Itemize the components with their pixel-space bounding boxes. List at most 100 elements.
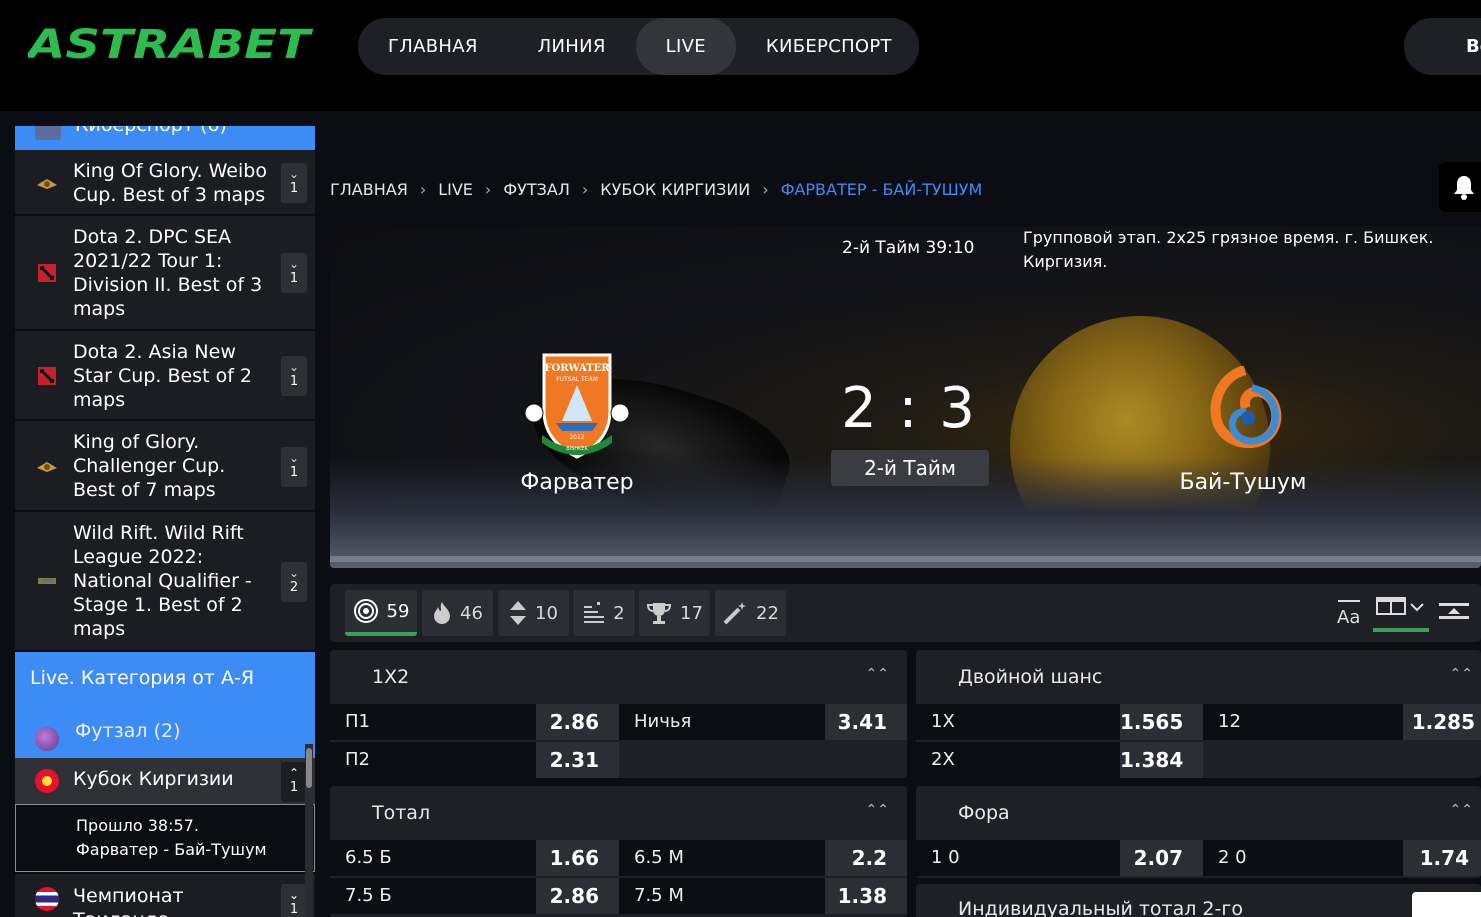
svg-text:2012: 2012 xyxy=(569,434,584,441)
sidebar-az-category: Live. Категория от А-Я Футзал (2) xyxy=(15,652,315,758)
layout-toggle[interactable] xyxy=(1373,596,1429,636)
sidebar-league-item[interactable]: King Of Glory. Weibo Cup. Best of 3 maps… xyxy=(15,150,315,216)
chevron-up-double-icon[interactable]: ⌃⌃ xyxy=(1450,666,1473,682)
outcome-label[interactable]: 1X xyxy=(916,704,1120,740)
outcome-label[interactable]: П2 xyxy=(330,742,536,778)
sidebar-league-item[interactable]: Dota 2. DPC SEA 2021/22 Tour 1: Division… xyxy=(15,216,315,331)
chevron-down-icon: ⌄ xyxy=(288,360,300,374)
chevron-up-double-icon[interactable]: ⌃⌃ xyxy=(866,666,889,682)
futsal-icon xyxy=(35,727,59,751)
expand-toggle[interactable]: ⌄ 1 xyxy=(281,447,307,487)
match-teams: Фарватер - Бай-Тушум xyxy=(76,840,267,859)
updown-icon xyxy=(510,601,527,625)
filter-tab-outright[interactable]: 17 xyxy=(639,590,710,636)
nav-esports[interactable]: КИБЕРСПОРТ xyxy=(736,18,922,75)
outcome-label[interactable]: 12 xyxy=(1203,704,1403,740)
odds-button[interactable]: 1.384 xyxy=(1120,742,1203,778)
outcome-label[interactable]: 2 0 xyxy=(1203,840,1403,876)
odds-button[interactable]: 1.285 xyxy=(1403,704,1481,740)
match-time: 2-й Тайм 39:10 xyxy=(842,238,975,258)
sidebar-league-item[interactable]: Dota 2. Asia New Star Cup. Best of 2 map… xyxy=(15,331,315,421)
sidebar-league-item[interactable]: Wild Rift. Wild Rift League 2022: Nation… xyxy=(15,512,315,652)
breadcrumb-live[interactable]: LIVE xyxy=(438,180,473,199)
odds-button[interactable]: 2.86 xyxy=(536,704,619,740)
home-team-logo: FORWATER FUTSAL TEAM 2012 BISHKEK xyxy=(524,353,630,459)
expand-toggle[interactable]: ⌄ 1 xyxy=(281,253,307,293)
chevron-up-double-icon[interactable]: ⌃⌃ xyxy=(1450,802,1473,818)
app-root: ASTRABET ГЛАВНАЯ ЛИНИЯ LIVE КИБЕРСПОРТ В… xyxy=(0,0,1481,917)
market-handicap: Фора ⌃⌃ 1 0 2.07 2 0 1.74 xyxy=(916,786,1481,878)
odds-button[interactable]: 1.38 xyxy=(825,878,907,914)
sidebar-league-kyrgyz-cup[interactable]: Кубок Киргизии ⌃ 1 xyxy=(15,758,315,804)
odds-button[interactable]: 2.31 xyxy=(536,742,619,778)
filter-tab-stats[interactable]: 2 xyxy=(573,590,635,636)
filter-tab-totals[interactable]: 10 xyxy=(498,590,569,636)
odds-button[interactable]: 2.07 xyxy=(1120,840,1203,876)
market-filter-bar: 59 46 10 2 17 22 Aa xyxy=(330,584,1481,642)
chevron-right-icon: › xyxy=(581,180,589,199)
outcome-label[interactable]: 6.5 М xyxy=(619,840,825,876)
collapse-toggle[interactable]: ⌃ 1 xyxy=(281,762,307,802)
nav-home[interactable]: ГЛАВНАЯ xyxy=(358,18,508,75)
odds-button[interactable]: 2.86 xyxy=(536,878,619,914)
nav-live[interactable]: LIVE xyxy=(635,18,736,75)
odds-button[interactable]: 2.2 xyxy=(825,840,907,876)
collapse-all-icon[interactable] xyxy=(1438,602,1470,626)
breadcrumb: ГЛАВНАЯ › LIVE › ФУТЗАЛ › КУБОК КИРГИЗИИ › Ф… xyxy=(330,180,982,199)
odds-button[interactable]: 1.565 xyxy=(1120,704,1203,740)
outcome-label[interactable]: 7.5 Б xyxy=(330,878,536,914)
outcome-label[interactable]: 1 0 xyxy=(916,840,1120,876)
expand-toggle[interactable]: ⌄ 1 xyxy=(281,163,307,203)
away-team-logo xyxy=(1210,366,1282,448)
market-header[interactable]: Двойной шанс ⌃⌃ xyxy=(916,650,1481,704)
sidebar-category-esports[interactable]: Киберспорт (6) xyxy=(15,126,315,150)
magic-icon xyxy=(723,602,747,625)
nav-line[interactable]: ЛИНИЯ xyxy=(508,18,636,75)
filter-tab-specials[interactable]: 22 xyxy=(715,590,786,636)
match-score: 2 : 3 xyxy=(841,376,977,441)
expand-toggle[interactable]: ⌄ 1 xyxy=(281,884,307,917)
wild-rift-icon xyxy=(38,578,56,584)
sidebar-scrollbar[interactable] xyxy=(305,744,313,917)
sidebar-league-thailand[interactable]: Чемпионат Таиланда ⌄1 xyxy=(15,874,315,917)
sidebar-match-item[interactable]: Прошло 38:57. Фарватер - Бай-Тушум xyxy=(15,804,315,872)
market-title[interactable]: Индивидуальный тотал 2-го xyxy=(958,898,1243,917)
odds-button[interactable]: 1.74 xyxy=(1403,840,1481,876)
odds-button[interactable]: 3.41 xyxy=(825,704,907,740)
font-size-icon[interactable]: Aa xyxy=(1336,596,1366,626)
market-header[interactable]: 1X2 ⌃⌃ xyxy=(330,650,907,704)
outcome-label[interactable]: П1 xyxy=(330,704,536,740)
breadcrumb-futsal[interactable]: ФУТЗАЛ xyxy=(503,180,570,199)
login-button[interactable]: Во xyxy=(1404,18,1481,75)
breadcrumb-home[interactable]: ГЛАВНАЯ xyxy=(330,180,408,199)
dota2-icon xyxy=(38,264,56,282)
filter-tab-popular[interactable]: 46 xyxy=(422,590,493,636)
market-total: Тотал ⌃⌃ 6.5 Б 1.66 6.5 М 2.2 7.5 Б 2.86… xyxy=(330,786,907,917)
sidebar-league-item[interactable]: King of Glory. Challenger Cup. Best of 7… xyxy=(15,421,315,512)
filter-tab-all[interactable]: 59 xyxy=(345,590,417,636)
match-period: 2-й Тайм xyxy=(831,450,989,486)
outcome-label[interactable]: Ничья xyxy=(619,704,825,740)
market-title: 1X2 xyxy=(372,666,410,688)
league-name: Кубок Киргизии xyxy=(73,768,234,790)
outcome-label[interactable]: 2X xyxy=(916,742,1120,778)
match-scoreboard: 2-й Тайм 39:10 Групповой этап. 2x25 гряз… xyxy=(330,226,1481,568)
expand-toggle[interactable]: ⌄ 1 xyxy=(281,356,307,396)
astrabet-logo[interactable]: ASTRABET xyxy=(28,22,314,66)
sidebar-sport-futsal[interactable]: Футзал (2) xyxy=(75,720,181,742)
outcome-label[interactable]: 6.5 Б xyxy=(330,840,536,876)
expand-toggle[interactable]: ⌄ 2 xyxy=(281,562,307,602)
chevron-up-double-icon[interactable]: ⌃⌃ xyxy=(866,802,889,818)
sidebar-item-label: King Of Glory. Weibo Cup. Best of 3 maps xyxy=(73,160,267,206)
outcome-label[interactable]: 7.5 М xyxy=(619,878,825,914)
kyrgyzstan-flag-icon xyxy=(35,769,59,793)
notifications-button[interactable] xyxy=(1439,162,1481,212)
away-team-name: Бай-Тушум xyxy=(1179,470,1307,495)
market-header[interactable]: Фора ⌃⌃ xyxy=(916,786,1481,840)
odds-button[interactable]: 1.66 xyxy=(536,840,619,876)
chevron-down-icon: ⌄ xyxy=(288,888,300,902)
sidebar-item-label: Dota 2. Asia New Star Cup. Best of 2 map… xyxy=(73,341,253,411)
market-header[interactable]: Тотал ⌃⌃ xyxy=(330,786,907,840)
breadcrumb-league[interactable]: КУБОК КИРГИЗИИ xyxy=(600,180,750,199)
chat-widget-button[interactable] xyxy=(1412,892,1481,917)
